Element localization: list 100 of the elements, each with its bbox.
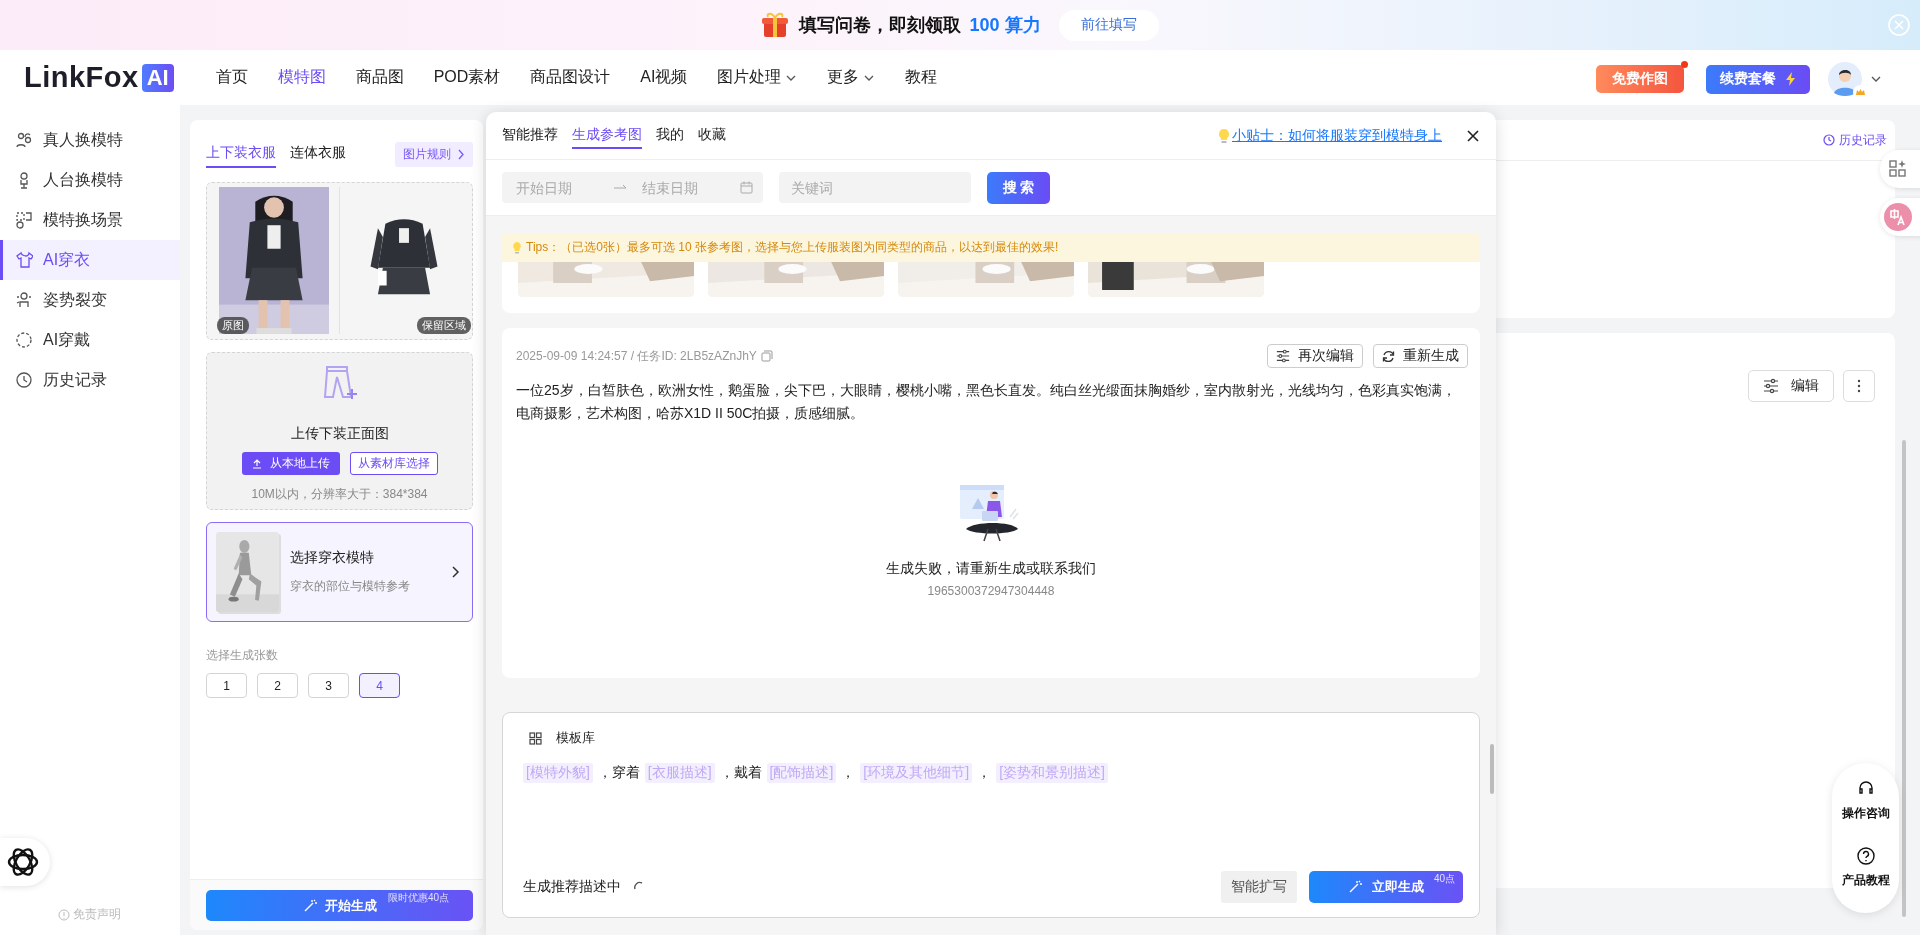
nav-link[interactable]: POD素材 [433, 67, 501, 88]
tab[interactable]: 智能推荐 [502, 122, 558, 149]
sliders-icon [1763, 378, 1779, 394]
more-vertical-icon [1857, 379, 1861, 393]
upload-icon [251, 458, 262, 469]
prompt-text: ， [977, 764, 992, 782]
tab[interactable]: 上下装衣服 [206, 140, 276, 168]
survey-button[interactable]: 前往填写 [1058, 9, 1159, 41]
sidebar-item[interactable]: 历史记录 [0, 360, 180, 400]
app-grid-button[interactable] [1880, 150, 1920, 188]
error-id: 1965300372947304448 [927, 584, 1055, 598]
chevron-right-icon [457, 148, 465, 160]
sidebar-item[interactable]: AI穿戴 [0, 320, 180, 360]
prompt-text: ， [841, 764, 856, 782]
image-label: 保留区域 [417, 317, 471, 334]
menu-item-icon [15, 131, 33, 149]
history-link[interactable]: 历史记录 [1823, 131, 1887, 149]
tips-text: Tips：（已选0张）最多可选 10 张参考图，选择与您上传服装图为同类型的商品，以达到最佳的效果! [526, 239, 1059, 256]
help-label: 操作咨询 [1841, 805, 1890, 822]
banner-text: 填写问卷，即刻领取 [799, 14, 962, 37]
help-item[interactable]: 操作咨询 [1841, 779, 1890, 822]
tab[interactable]: 连体衣服 [290, 140, 346, 168]
sidebar-item[interactable]: 真人换模特 [0, 120, 180, 160]
count-option[interactable]: 1 [206, 673, 247, 698]
copy-icon[interactable] [760, 350, 773, 362]
tip-link[interactable]: 小贴士：如何将服装穿到模特身上 [1218, 126, 1442, 145]
magic-wand-icon [302, 898, 317, 913]
start-generate-button[interactable]: 开始生成 限时优惠40点 [206, 890, 473, 921]
help-item[interactable]: 产品教程 [1841, 846, 1890, 889]
more-button[interactable] [1843, 370, 1875, 402]
count-option[interactable]: 2 [257, 673, 298, 698]
nav-link[interactable]: 商品图 [355, 67, 404, 88]
tab[interactable]: 收藏 [698, 122, 726, 149]
lightbulb-icon [1218, 127, 1230, 144]
points-label: 40点 [1433, 872, 1455, 886]
prompt-composer[interactable]: 模板库 [模特外貌] ，穿着 [衣服描述] ，戴着 [配饰描述] ， [环境及其他细节] ， [姿势和景别描述] 生成推荐描述中 智能扩写 立即生成 40点 [502, 712, 1480, 918]
menu-item-icon [15, 291, 33, 309]
promo-label: 限时优惠40点 [387, 891, 449, 905]
chevron-right-icon [450, 565, 460, 579]
nav-link[interactable]: 首页 [215, 67, 248, 88]
sidebar-item[interactable]: AI穿衣 [0, 240, 180, 280]
assistant-button[interactable] [0, 838, 50, 886]
renew-button[interactable]: 续费套餐 [1706, 64, 1810, 94]
regenerate-button[interactable]: 重新生成 [1373, 344, 1468, 368]
arrow-right-icon [614, 183, 628, 192]
scrollbar[interactable] [1490, 744, 1494, 794]
upload-local-button[interactable]: 从本地上传 [241, 452, 340, 475]
tab[interactable]: 我的 [656, 122, 684, 149]
tab[interactable]: 生成参考图 [572, 122, 642, 149]
smart-expand-button[interactable]: 智能扩写 [1221, 871, 1297, 903]
lightbulb-icon [512, 241, 522, 254]
keyword-field[interactable]: 关键词 [779, 172, 971, 203]
nav-link[interactable]: 模特图 [277, 67, 326, 88]
model-subtitle: 穿衣的部位与模特参考 [290, 578, 411, 595]
nav-link[interactable]: 商品图设计 [530, 67, 611, 88]
edit-again-button[interactable]: 再次编辑 [1267, 344, 1363, 368]
nav-link[interactable]: AI视频 [640, 67, 688, 88]
prompt-text: 一位25岁，白皙肤色，欧洲女性，鹅蛋脸，尖下巴，大眼睛，樱桃小嘴，黑色长直发。纯白丝光缎面抹胸婚纱，室内散射光，光线均匀，色彩真实饱满，电商摄影，艺术构图，哈苏X1D II 50C拍摄，质感细腻。 [516, 381, 1457, 423]
count-option[interactable]: 3 [308, 673, 349, 698]
help-label: 产品教程 [1841, 872, 1890, 889]
scrollbar[interactable] [1902, 440, 1906, 917]
image-rules-link[interactable]: 图片规则 [395, 141, 473, 167]
calendar-icon [740, 181, 753, 194]
grid-icon [529, 731, 542, 745]
count-option[interactable]: 4 [359, 673, 400, 698]
start-date-field[interactable]: 开始日期 [514, 178, 614, 197]
flower-logo-icon [6, 845, 40, 879]
image-label: 原图 [217, 317, 249, 334]
avatar[interactable] [1828, 62, 1862, 96]
library-select-button[interactable]: 从素材库选择 [349, 452, 438, 475]
upload-title: 上传下装正面图 [290, 425, 389, 443]
prompt-text: ，穿着 [597, 764, 640, 782]
template-library-link[interactable]: 模板库 [556, 729, 595, 747]
model-select-card[interactable]: 选择穿衣模特 穿衣的部位与模特参考 [206, 522, 473, 622]
close-icon[interactable] [1466, 128, 1480, 143]
nav-link[interactable]: 图片处理 [717, 67, 798, 88]
menu-item-icon [15, 331, 33, 349]
upload-area[interactable]: 上传下装正面图 从本地上传 从素材库选择 10M以内，分辨率大于：384*384 [206, 352, 473, 510]
sidebar-item[interactable]: 模特换场景 [0, 200, 180, 240]
info-icon [58, 908, 70, 921]
edit-button[interactable]: 编辑 [1748, 370, 1834, 402]
search-button[interactable]: 搜 索 [987, 171, 1050, 204]
date-range-field[interactable]: 开始日期 结束日期 [502, 172, 763, 203]
task-meta: 2025-09-09 14:24:57 / 任务ID: 2LB5zAZnJhY [516, 347, 757, 365]
gift-icon [761, 11, 790, 39]
menu-item-icon [15, 211, 33, 229]
nav-link[interactable]: 教程 [905, 67, 938, 88]
sidebar-item[interactable]: 姿势裂变 [0, 280, 180, 320]
clock-icon [1823, 134, 1835, 146]
status-text: 生成推荐描述中 [523, 878, 621, 896]
generate-now-button[interactable]: 立即生成 40点 [1309, 871, 1463, 903]
refresh-icon [1382, 349, 1395, 363]
magic-wand-icon [1348, 880, 1362, 894]
help-icon [1855, 846, 1876, 866]
nav-link[interactable]: 更多 [827, 67, 876, 88]
sidebar-item[interactable]: 人台换模特 [0, 160, 180, 200]
end-date-field[interactable]: 结束日期 [640, 178, 740, 197]
lightning-icon [1786, 72, 1796, 86]
translate-button[interactable] [1880, 198, 1920, 236]
sliders-icon [1276, 349, 1290, 363]
